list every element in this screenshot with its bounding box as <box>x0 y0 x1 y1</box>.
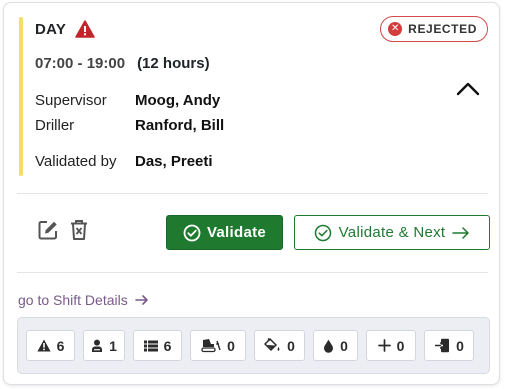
stat-chip-additional[interactable]: 0 <box>366 330 416 361</box>
divider <box>17 193 488 194</box>
arrow-right-icon <box>134 295 148 305</box>
collapse-chevron-up-icon[interactable] <box>455 80 481 98</box>
shift-name: DAY <box>35 20 67 38</box>
validated-by-field: Validated by Das, Preeti <box>35 153 213 170</box>
divider <box>17 272 488 273</box>
stat-count: 0 <box>396 337 405 354</box>
field-label: Validated by <box>35 153 117 170</box>
field-label: Driller <box>35 117 75 134</box>
stat-chip-warnings[interactable]: 6 <box>26 330 75 361</box>
fuel-fill-icon <box>264 338 280 352</box>
stat-chip-activities[interactable]: 6 <box>133 330 182 361</box>
status-label: REJECTED <box>408 22 477 36</box>
stat-count: 0 <box>227 337 235 354</box>
driller-value: Ranford, Bill <box>135 117 225 134</box>
shift-time-row: 07:00 - 19:00 (12 hours) <box>35 55 210 72</box>
field-label: Supervisor <box>35 92 107 109</box>
close-circle-icon: ✕ <box>388 22 403 36</box>
shift-duration: (12 hours) <box>137 55 210 72</box>
warning-icon <box>75 20 95 38</box>
stat-count: 6 <box>56 337 65 354</box>
shift-details-link[interactable]: go to Shift Details <box>18 292 149 308</box>
validate-next-button[interactable]: Validate & Next <box>294 215 490 250</box>
check-circle-icon <box>183 224 201 241</box>
stat-chip-personnel[interactable]: 1 <box>83 330 125 361</box>
stat-chip-water[interactable]: 0 <box>313 330 358 361</box>
list-icon <box>143 340 158 351</box>
entry-icon <box>435 338 450 353</box>
validate-button[interactable]: Validate <box>166 215 283 250</box>
validated-by-value: Das, Preeti <box>135 153 213 170</box>
stat-chip-fuel[interactable]: 0 <box>254 330 305 361</box>
plus-icon <box>377 339 391 352</box>
person-icon <box>92 339 103 352</box>
warning-icon <box>36 339 51 352</box>
stat-count: 0 <box>456 337 464 354</box>
stats-bar: 6 1 6 0 0 0 0 0 <box>17 317 490 374</box>
arrow-right-icon <box>452 226 470 239</box>
stat-count: 1 <box>109 337 117 354</box>
stat-count: 6 <box>163 337 172 354</box>
status-badge: ✕ REJECTED <box>380 16 488 42</box>
stat-count: 0 <box>287 337 295 354</box>
supervisor-field: Supervisor Moog, Andy <box>35 92 220 109</box>
status-accent-bar <box>19 17 23 176</box>
stat-count: 0 <box>340 337 348 354</box>
stat-chip-rig-off[interactable]: 0 <box>190 330 246 361</box>
shift-card: DAY ✕ REJECTED 07:00 - 19:00 (12 hours) … <box>3 2 500 385</box>
time-range: 07:00 - 19:00 <box>35 55 126 72</box>
driller-field: Driller Ranford, Bill <box>35 117 224 134</box>
check-circle-icon <box>314 224 331 241</box>
validate-next-label: Validate & Next <box>338 224 446 241</box>
water-drop-icon <box>324 339 334 353</box>
supervisor-value: Moog, Andy <box>135 92 221 109</box>
shift-details-label: go to Shift Details <box>18 292 128 308</box>
edit-icon[interactable] <box>37 219 59 241</box>
trash-icon[interactable] <box>68 219 90 241</box>
stat-chip-entries[interactable]: 0 <box>424 330 474 361</box>
validate-label: Validate <box>206 224 267 241</box>
shift-title-row: DAY <box>35 20 95 38</box>
drill-rig-off-icon <box>201 339 221 353</box>
